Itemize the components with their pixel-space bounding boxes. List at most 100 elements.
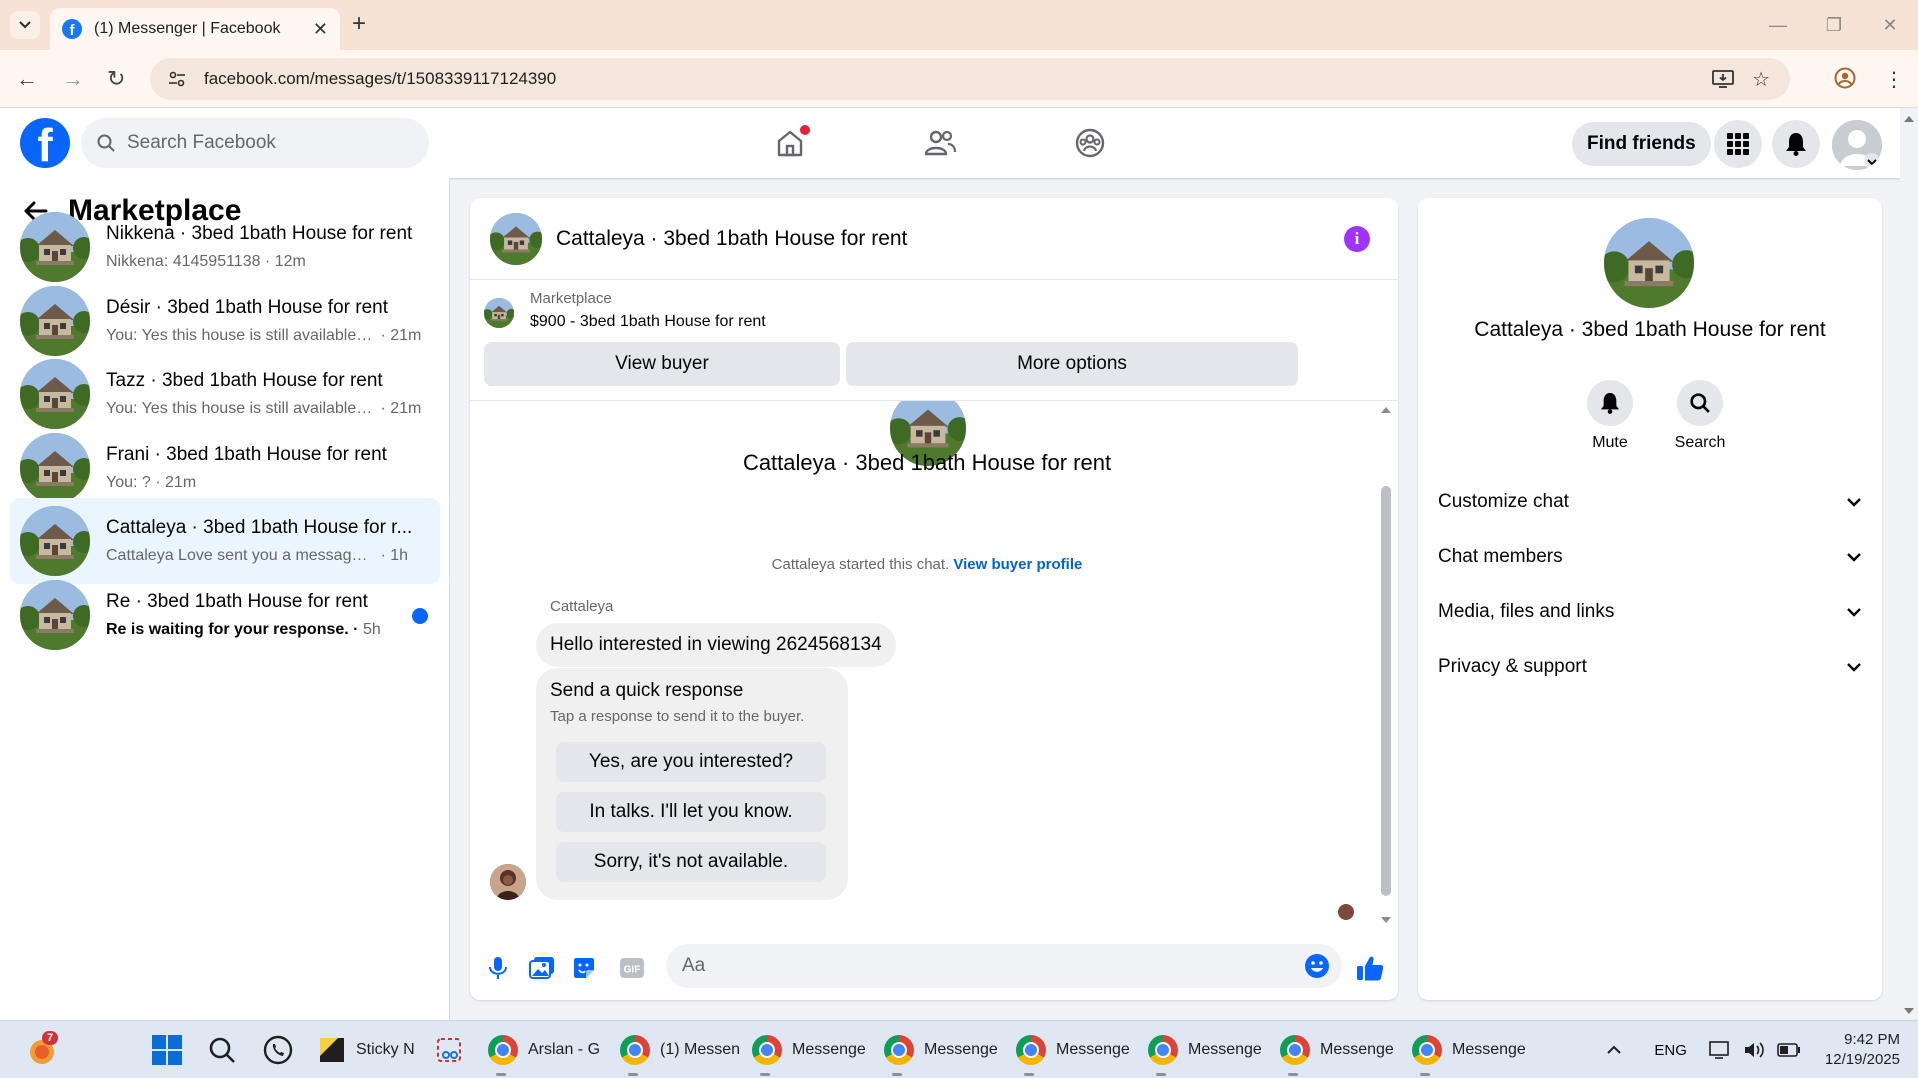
chat-title[interactable]: Cattaleya · 3bed 1bath House for rent [556, 227, 907, 251]
star-icon[interactable]: ☆ [1752, 67, 1770, 92]
forward-arrow-icon[interactable]: → [62, 66, 84, 92]
facebook-logo[interactable]: f [20, 118, 70, 168]
battery-icon[interactable] [1777, 1043, 1801, 1057]
message-bubble[interactable]: Hello interested in viewing 2624568134 [536, 623, 896, 667]
view-buyer-profile-link[interactable]: View buyer profile [953, 556, 1082, 573]
microphone-icon[interactable] [484, 954, 512, 982]
gif-icon[interactable]: GIF [618, 954, 646, 982]
accordion-customize-chat[interactable]: Customize chat [1438, 476, 1862, 528]
chat-scrollbar[interactable] [1378, 404, 1394, 924]
taskbar-chrome-window[interactable]: Messenge [1412, 1021, 1526, 1078]
accordion-privacy-support[interactable]: Privacy & support [1438, 641, 1862, 693]
bell-icon[interactable] [1772, 120, 1820, 168]
tab-search-icon[interactable] [10, 11, 40, 39]
conversation-item[interactable]: Re · 3bed 1bath House for rent Re is wait… [10, 572, 440, 658]
listing-summary: Marketplace $900 - 3bed 1bath House for … [484, 290, 766, 331]
network-icon[interactable] [1709, 1040, 1731, 1060]
whatsapp-icon[interactable] [262, 1021, 294, 1078]
intro-name: Cattaleya · 3bed 1bath House for rent [742, 450, 1112, 475]
search-icon[interactable] [208, 1021, 236, 1078]
system-clock[interactable]: 9:42 PM 12/19/2025 [1825, 1030, 1900, 1070]
profile-icon[interactable] [1834, 67, 1856, 92]
facebook-header: f Find friends [0, 108, 1900, 178]
find-friends-button[interactable]: Find friends [1572, 122, 1711, 166]
install-icon[interactable] [1712, 69, 1734, 89]
grid-menu-icon[interactable] [1714, 120, 1762, 168]
mute-button[interactable]: Mute [1570, 380, 1650, 452]
taskbar-chrome-window[interactable]: Messenge [1016, 1021, 1130, 1078]
language-indicator[interactable]: ENG [1654, 1042, 1687, 1059]
volume-icon[interactable] [1743, 1040, 1765, 1060]
accordion-media-files-links[interactable]: Media, files and links [1438, 586, 1862, 638]
info-icon[interactable]: i [1344, 226, 1370, 252]
start-button[interactable] [152, 1021, 182, 1078]
running-indicator [1288, 1073, 1298, 1076]
close-icon[interactable]: ✕ [313, 19, 328, 40]
new-tab-icon[interactable]: + [352, 10, 366, 38]
address-bar[interactable]: facebook.com/messages/t/1508339117124390… [150, 58, 1790, 100]
thumbs-up-icon[interactable] [1356, 954, 1384, 982]
search-input[interactable] [127, 132, 407, 154]
quick-response-button[interactable]: In talks. I'll let you know. [556, 792, 826, 832]
friends-icon[interactable] [910, 113, 970, 173]
reload-icon[interactable]: ↻ [107, 66, 125, 92]
photo-icon[interactable] [528, 954, 556, 982]
search-icon [1690, 393, 1710, 413]
groups-icon[interactable] [1060, 113, 1120, 173]
taskbar-label: Messenge [924, 1041, 998, 1058]
minimize-button[interactable]: — [1750, 0, 1806, 50]
taskbar-chrome-window[interactable]: Messenge [752, 1021, 866, 1078]
sender-avatar[interactable] [490, 864, 526, 900]
search-label: Search [1674, 434, 1726, 451]
restore-button[interactable]: ❐ [1806, 0, 1862, 50]
message-input-box[interactable] [666, 944, 1342, 988]
kebab-menu-icon[interactable]: ⋮ [1884, 67, 1904, 92]
taskbar-chrome-window[interactable]: (1) Messen [620, 1021, 740, 1078]
site-settings-icon[interactable] [168, 70, 186, 88]
chevron-up-icon[interactable] [1606, 1045, 1622, 1055]
back-arrow-icon[interactable]: ← [16, 66, 38, 92]
more-options-button[interactable]: More options [846, 342, 1298, 386]
conversation-snippet: Re is waiting for your response. [106, 621, 349, 638]
info-avatar[interactable] [1604, 218, 1694, 308]
quick-response-button[interactable]: Sorry, it's not available. [556, 842, 826, 882]
scrollbar-thumb[interactable] [1381, 486, 1391, 896]
chrome-icon [488, 1035, 518, 1065]
conversation-time: 21m [390, 327, 422, 344]
browser-tab[interactable]: f (1) Messenger | Facebook ✕ [50, 8, 340, 50]
facebook-search[interactable] [81, 118, 429, 168]
listing-price-title[interactable]: $900 - 3bed 1bath House for rent [530, 313, 766, 331]
chat-avatar[interactable] [490, 212, 542, 265]
taskbar-chrome-window[interactable]: Messenge [884, 1021, 998, 1078]
conversation-name: Désir · 3bed 1bath House for rent [106, 297, 388, 318]
emoji-icon[interactable] [1304, 953, 1330, 979]
conversation-thumbnail [20, 433, 90, 503]
mute-label: Mute [1592, 434, 1628, 451]
snipping-tool-icon[interactable] [434, 1021, 464, 1078]
home-notification-dot [800, 125, 810, 135]
message-input[interactable] [682, 955, 1262, 977]
taskbar-label: Messenge [1452, 1041, 1526, 1058]
search-button[interactable]: Search [1660, 380, 1740, 452]
taskbar-chrome-window[interactable]: Arslan - G [488, 1021, 600, 1078]
avatar[interactable] [1832, 120, 1882, 170]
home-icon[interactable] [760, 113, 820, 173]
quick-response-button[interactable]: Yes, are you interested? [556, 742, 826, 782]
conversation-preview: Nikkena: 4145951138 · 12m [106, 253, 426, 271]
close-window-button[interactable]: ✕ [1862, 0, 1918, 50]
page-scrollbar[interactable] [1900, 108, 1918, 1020]
taskbar-chrome-window[interactable]: Messenge [1280, 1021, 1394, 1078]
chrome-icon [1016, 1035, 1046, 1065]
taskbar-label: (1) Messen [660, 1041, 741, 1058]
listing-label: Marketplace [530, 290, 612, 307]
taskbar-chrome-window[interactable]: Messenge [1148, 1021, 1262, 1078]
sticker-icon[interactable] [570, 954, 598, 982]
notification-badge: 7 [42, 1031, 59, 1045]
chrome-icon [1148, 1035, 1178, 1065]
view-buyer-button[interactable]: View buyer [484, 342, 840, 386]
sticky-notes-app[interactable]: Sticky N [318, 1021, 415, 1078]
taskbar-app-badge[interactable]: 7 [26, 1021, 59, 1078]
listing-thumbnail[interactable] [484, 298, 514, 328]
accordion-chat-members[interactable]: Chat members [1438, 531, 1862, 583]
chevron-down-icon [1846, 607, 1862, 617]
